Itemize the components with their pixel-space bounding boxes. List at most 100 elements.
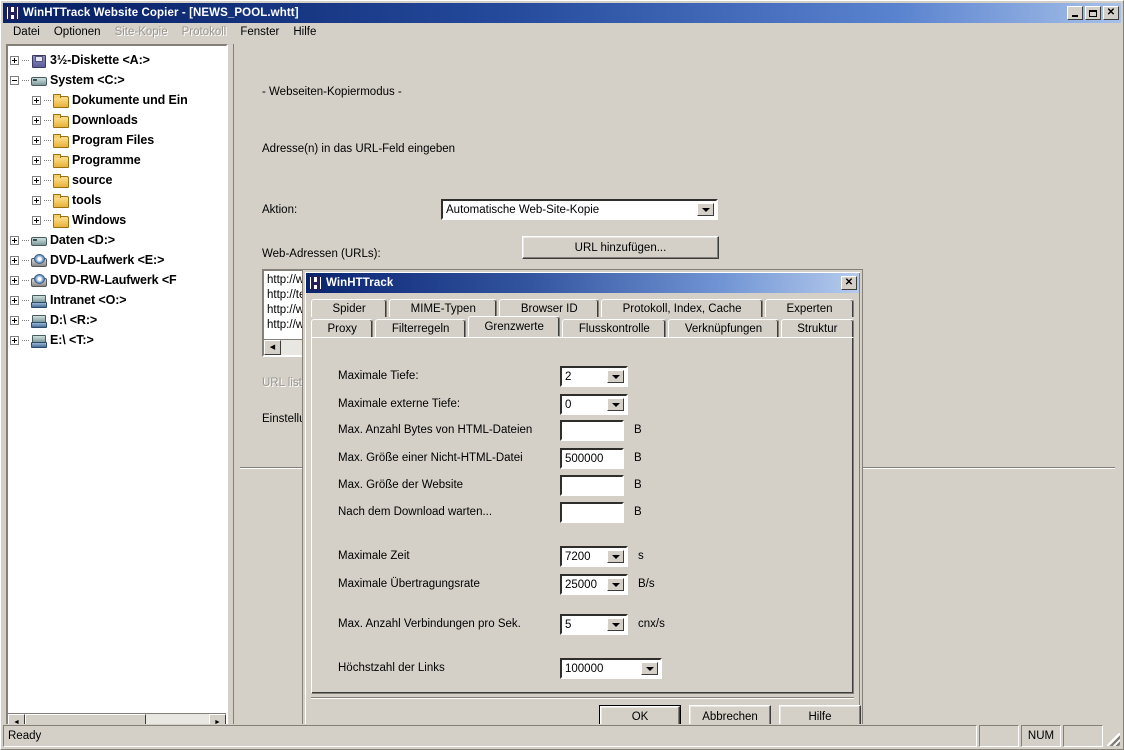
expand-icon[interactable]	[10, 335, 19, 345]
field-select-7[interactable]: 25000	[560, 574, 628, 595]
scrollbar-track[interactable]	[25, 714, 209, 724]
expand-icon[interactable]	[10, 55, 19, 65]
field-select-1[interactable]: 0	[560, 394, 628, 415]
tab-proxy[interactable]: Proxy	[311, 319, 374, 337]
tree-item-12[interactable]: Intranet <O:>	[10, 290, 226, 310]
status-num-indicator: NUM	[1021, 725, 1061, 747]
scroll-left-arrow-icon[interactable]: ◄	[8, 714, 25, 724]
tab-spider[interactable]: Spider	[311, 299, 388, 317]
tree-item-6[interactable]: source	[10, 170, 226, 190]
scroll-right-arrow-icon[interactable]: ►	[209, 714, 226, 724]
minimize-icon[interactable]	[1067, 6, 1083, 20]
tree-item-13[interactable]: D:\ <R:>	[10, 310, 226, 330]
expand-icon[interactable]	[10, 295, 19, 305]
tree-item-8[interactable]: Windows	[10, 210, 226, 230]
cancel-button[interactable]: Abbrechen	[689, 705, 771, 724]
tab-grenzwerte[interactable]: Grenzwerte	[467, 316, 561, 337]
field-select-0[interactable]: 2	[560, 366, 628, 387]
tree-item-label: Dokumente und Ein	[72, 93, 188, 107]
expand-icon[interactable]	[32, 115, 41, 125]
tab-verkn-pfungen[interactable]: Verknüpfungen	[668, 319, 779, 337]
expand-icon[interactable]	[32, 195, 41, 205]
tree-connector	[44, 119, 51, 121]
tree-item-label: E:\ <T:>	[50, 333, 94, 347]
chevron-down-icon[interactable]	[607, 370, 624, 383]
expand-icon[interactable]	[32, 155, 41, 165]
expand-icon[interactable]	[32, 95, 41, 105]
ok-button[interactable]: OK	[599, 705, 681, 724]
field-select-9[interactable]: 100000	[560, 658, 662, 679]
field-select-value-0: 2	[565, 370, 572, 383]
menu-fenster[interactable]: Fenster	[233, 24, 286, 40]
tree-connector	[22, 79, 29, 81]
tab-mime-typen[interactable]: MIME-Typen	[389, 299, 498, 317]
menu-hilfe[interactable]: Hilfe	[286, 24, 323, 40]
tab-browser-id[interactable]: Browser ID	[499, 299, 600, 317]
add-url-button[interactable]: URL hinzufügen...	[522, 236, 719, 259]
tree-item-4[interactable]: Program Files	[10, 130, 226, 150]
chevron-down-icon[interactable]	[641, 662, 658, 675]
network-drive-icon	[30, 293, 47, 308]
scrollbar-thumb[interactable]	[25, 714, 147, 724]
help-button[interactable]: Hilfe	[779, 705, 861, 724]
maximize-icon[interactable]	[1085, 6, 1101, 20]
collapse-icon[interactable]	[10, 75, 19, 85]
folder-icon	[52, 193, 69, 208]
chevron-down-icon[interactable]	[607, 578, 624, 591]
expand-icon[interactable]	[10, 235, 19, 245]
field-input-5[interactable]	[560, 502, 624, 523]
tree-item-5[interactable]: Programme	[10, 150, 226, 170]
field-input-3[interactable]: 500000	[560, 448, 624, 469]
field-select-8[interactable]: 5	[560, 614, 628, 635]
tree-item-7[interactable]: tools	[10, 190, 226, 210]
cd-drive-icon	[30, 273, 47, 288]
chevron-down-icon[interactable]	[607, 550, 624, 563]
tree-item-10[interactable]: DVD-Laufwerk <E:>	[10, 250, 226, 270]
window-titlebar[interactable]: WinHTTrack Website Copier - [NEWS_POOL.w…	[3, 3, 1121, 23]
expand-icon[interactable]	[32, 175, 41, 185]
expand-icon[interactable]	[32, 135, 41, 145]
chevron-down-icon[interactable]	[697, 203, 714, 216]
expand-icon[interactable]	[32, 215, 41, 225]
menu-optionen[interactable]: Optionen	[47, 24, 108, 40]
tree-horizontal-scrollbar[interactable]: ◄ ►	[8, 713, 226, 724]
tab-struktur[interactable]: Struktur	[780, 319, 854, 337]
chevron-down-icon[interactable]	[607, 618, 624, 631]
tab-protokoll-index-cache[interactable]: Protokoll, Index, Cache	[601, 299, 764, 317]
tree-item-label: Program Files	[72, 133, 155, 147]
field-select-6[interactable]: 7200	[560, 546, 628, 567]
menu-datei[interactable]: Datei	[6, 24, 47, 40]
dialog-titlebar[interactable]: WinHTTrack ✕	[306, 273, 859, 293]
action-select[interactable]: Automatische Web-Site-Kopie	[441, 199, 718, 220]
field-select-value-6: 7200	[565, 550, 591, 563]
folder-icon	[52, 133, 69, 148]
tree-item-3[interactable]: Downloads	[10, 110, 226, 130]
tree-item-11[interactable]: DVD-RW-Laufwerk <F	[10, 270, 226, 290]
field-input-2[interactable]	[560, 420, 624, 441]
tree-item-14[interactable]: E:\ <T:>	[10, 330, 226, 350]
close-icon[interactable]: ✕	[1103, 6, 1119, 20]
folder-icon	[52, 113, 69, 128]
tree-item-9[interactable]: Daten <D:>	[10, 230, 226, 250]
drive-tree[interactable]: 3½-Diskette <A:> System <C:> Dokumente und…	[8, 46, 226, 713]
tab-experten[interactable]: Experten	[765, 299, 855, 317]
winhttrack-logo-icon	[309, 276, 322, 290]
menubar: Datei Optionen Site-Kopie Protokoll Fens…	[1, 23, 1123, 42]
close-icon[interactable]: ✕	[841, 276, 857, 290]
expand-icon[interactable]	[10, 275, 19, 285]
tab-flusskontrolle[interactable]: Flusskontrolle	[562, 319, 667, 337]
resize-grip-icon[interactable]	[1105, 725, 1121, 747]
tree-item-0[interactable]: 3½-Diskette <A:>	[10, 50, 226, 70]
tree-item-2[interactable]: Dokumente und Ein	[10, 90, 226, 110]
tree-item-label: Windows	[72, 213, 127, 227]
folder-icon	[52, 153, 69, 168]
field-input-4[interactable]	[560, 475, 624, 496]
url-scroll-left-arrow-icon[interactable]: ◀	[264, 340, 281, 355]
chevron-down-icon[interactable]	[607, 398, 624, 411]
expand-icon[interactable]	[10, 315, 19, 325]
tab-filterregeln[interactable]: Filterregeln	[375, 319, 466, 337]
tree-item-label: Downloads	[72, 113, 138, 127]
tree-item-1[interactable]: System <C:>	[10, 70, 226, 90]
field-label-8: Max. Anzahl Verbindungen pro Sek.	[338, 618, 521, 630]
expand-icon[interactable]	[10, 255, 19, 265]
